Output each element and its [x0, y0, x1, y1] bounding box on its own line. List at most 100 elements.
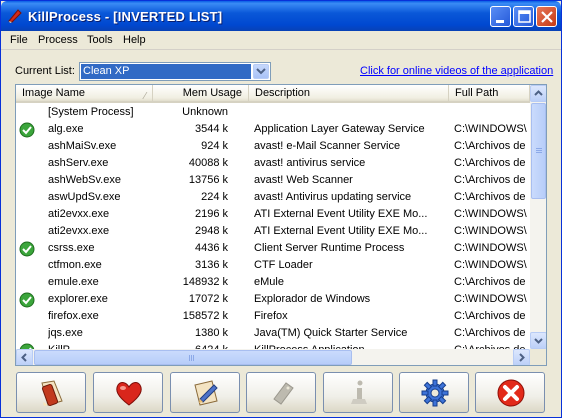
exit-icon [497, 379, 525, 407]
column-image-name[interactable]: Image Name ⁄ [16, 85, 153, 103]
cell-mem-usage: 924 k [201, 140, 228, 152]
exit-button[interactable] [475, 372, 545, 413]
maximize-button[interactable] [513, 6, 534, 27]
table-row[interactable]: ashServ.exe 40088 k avast! antivirus servi… [16, 155, 530, 172]
horizontal-scroll-thumb[interactable] [34, 350, 352, 365]
settings-button[interactable] [399, 372, 469, 413]
kill-process-button[interactable] [16, 372, 86, 413]
column-mem-usage[interactable]: Mem Usage [153, 85, 249, 103]
info-icon [351, 380, 367, 404]
minimize-button[interactable] [490, 6, 511, 27]
app-icon [8, 9, 22, 23]
cell-full-path: C:\Archivos de [454, 191, 526, 203]
cell-full-path: C:\WINDOWS\ [454, 208, 527, 220]
table-row[interactable]: ati2evxx.exe 2948 k ATI External Event Uti… [16, 223, 530, 240]
main-window: KillProcess - [INVERTED LIST] File Proce… [0, 0, 562, 418]
cell-image-name: ctfmon.exe [48, 259, 102, 271]
favorite-heart-icon [116, 382, 142, 406]
list-header: Image Name ⁄ Mem Usage Description Full … [16, 85, 530, 103]
online-videos-link[interactable]: Click for online videos of the applicati… [360, 65, 553, 77]
column-image-name-label: Image Name [22, 87, 85, 99]
cell-mem-usage: 2196 k [194, 208, 228, 220]
chevron-down-icon [256, 68, 266, 75]
table-row[interactable]: [System Process] Unknown [16, 104, 530, 121]
current-list-label: Current List: [15, 65, 75, 77]
scroll-up-button[interactable] [530, 85, 546, 102]
cell-mem-usage: Unknown [182, 106, 228, 118]
scroll-down-button[interactable] [530, 332, 546, 349]
cell-image-name: [System Process] [48, 106, 134, 118]
cell-image-name: csrss.exe [48, 242, 95, 254]
table-row[interactable]: ctfmon.exe 3136 k CTF Loader C:\WINDOWS\ [16, 257, 530, 274]
table-row[interactable]: firefox.exe 158572 k Firefox C:\Archivos de [16, 308, 530, 325]
table-row[interactable]: explorer.exe 17072 k Explorador de Windows… [16, 291, 530, 308]
cell-full-path: C:\Archivos de [454, 276, 526, 288]
cell-image-name: explorer.exe [48, 293, 108, 305]
column-full-path[interactable]: Full Path [449, 85, 530, 103]
cell-mem-usage: 158572 k [182, 310, 228, 322]
scroll-right-button[interactable] [513, 349, 530, 365]
table-row[interactable]: ashMaiSv.exe 924 k avast! e-Mail Scanner S… [16, 138, 530, 155]
table-row[interactable]: jqs.exe 1380 k Java(TM) Quick Starter Serv… [16, 325, 530, 342]
cell-description: Java(TM) Quick Starter Service [254, 327, 408, 339]
tag-icon [273, 382, 294, 405]
scroll-left-button[interactable] [16, 349, 33, 365]
menu-help[interactable]: Help [123, 34, 146, 46]
cell-image-name: ati2evxx.exe [48, 208, 110, 220]
cell-image-name: firefox.exe [48, 310, 99, 322]
process-list[interactable]: Image Name ⁄ Mem Usage Description Full … [15, 84, 547, 366]
vertical-scroll-thumb[interactable] [531, 103, 546, 199]
vertical-scrollbar[interactable] [530, 85, 546, 349]
checkmark-icon [19, 241, 35, 257]
table-row[interactable]: emule.exe 148932 k eMule C:\Archivos de [16, 274, 530, 291]
menu-process[interactable]: Process [38, 34, 78, 46]
cell-image-name: ati2evxx.exe [48, 225, 110, 237]
favorite-button[interactable] [93, 372, 163, 413]
horizontal-scrollbar[interactable] [16, 349, 530, 365]
checkmark-icon [19, 292, 35, 308]
cell-mem-usage: 17072 k [188, 293, 228, 305]
cell-image-name: alg.exe [48, 123, 84, 135]
cell-image-name: aswUpdSv.exe [48, 191, 121, 203]
cell-description: Firefox [254, 310, 288, 322]
current-list-value: Clean XP [81, 64, 251, 79]
cell-image-name: emule.exe [48, 276, 99, 288]
cell-mem-usage: 148932 k [182, 276, 228, 288]
menu-tools[interactable]: Tools [87, 34, 113, 46]
table-row[interactable]: ati2evxx.exe 2196 k ATI External Event Uti… [16, 206, 530, 223]
cell-full-path: C:\Archivos de [454, 327, 526, 339]
column-description[interactable]: Description [249, 85, 449, 103]
cell-description: avast! Web Scanner [254, 174, 353, 186]
chevron-up-icon [534, 90, 543, 96]
cell-mem-usage: 3544 k [194, 123, 228, 135]
cell-full-path: C:\WINDOWS\ [454, 242, 527, 254]
dropdown-button[interactable] [253, 64, 269, 79]
tag-button[interactable] [246, 372, 316, 413]
cell-description: ATI External Event Utility EXE Mo... [254, 225, 428, 237]
cell-description: Explorador de Windows [254, 293, 371, 305]
sort-arrow-icon: ⁄ [144, 91, 146, 102]
cell-description: eMule [254, 276, 284, 288]
cell-full-path [454, 104, 530, 121]
kill-process-icon [41, 380, 63, 407]
cell-description: ATI External Event Utility EXE Mo... [254, 208, 428, 220]
cell-description [254, 104, 450, 121]
table-row[interactable]: ashWebSv.exe 13756 k avast! Web Scanner C:\… [16, 172, 530, 189]
cell-full-path: C:\WINDOWS\ [454, 259, 527, 271]
cell-image-name: jqs.exe [48, 327, 83, 339]
cell-description: avast! Antivirus updating service [254, 191, 412, 203]
title-bar[interactable]: KillProcess - [INVERTED LIST] [1, 1, 561, 31]
edit-list-button[interactable] [170, 372, 240, 413]
table-row[interactable]: alg.exe 3544 k Application Layer Gateway S… [16, 121, 530, 138]
checkmark-icon [19, 122, 35, 138]
edit-list-icon [194, 380, 218, 406]
menu-file[interactable]: File [10, 34, 28, 46]
cell-mem-usage: 40088 k [188, 157, 228, 169]
cell-description: Application Layer Gateway Service [254, 123, 425, 135]
info-button[interactable] [323, 372, 393, 413]
table-row[interactable]: csrss.exe 4436 k Client Server Runtime Pro… [16, 240, 530, 257]
close-button[interactable] [536, 6, 557, 27]
table-row[interactable]: aswUpdSv.exe 224 k avast! Antivirus updati… [16, 189, 530, 206]
current-list-select[interactable]: Clean XP [79, 62, 271, 81]
cell-full-path: C:\WINDOWS\ [454, 225, 527, 237]
